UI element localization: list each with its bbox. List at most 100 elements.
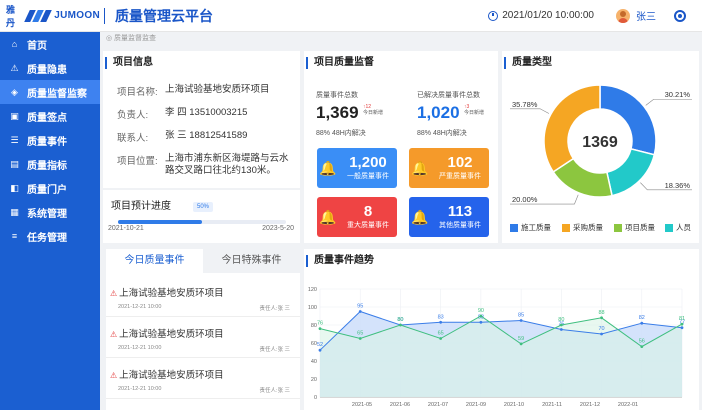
event-icon: ☰ (10, 134, 19, 145)
data-point[interactable] (559, 323, 563, 327)
data-point[interactable] (318, 327, 322, 330)
data-label: 90 (478, 308, 484, 314)
event-title-text: 上海试验基地安质环项目 (119, 288, 224, 299)
data-point[interactable] (600, 316, 603, 320)
total-events-delta: ↑12 今日新增 (363, 104, 383, 116)
resolved-events-sub: 88% 48H内解决 (417, 130, 467, 137)
progress-end-date: 2023-5-20 (262, 225, 294, 232)
donut-slice-label: 30.21% (665, 90, 691, 99)
bell-icon: 🔔 (411, 208, 429, 225)
general-events-label: 一般质量事件 (347, 173, 389, 181)
major-events-label: 重大质量事件 (347, 222, 389, 230)
list-item[interactable]: ⚠ 上海试验基地安质环项目 2021-12-21 10:00 责任人:张 三 (106, 318, 300, 358)
project-owner: 李 四 13510003215 (165, 107, 248, 118)
sidebar-item-hazards[interactable]: ⚠ 质量隐患 (0, 56, 100, 80)
data-point[interactable] (640, 345, 644, 348)
tab-today-special-events[interactable]: 今日特殊事件 (203, 249, 300, 273)
event-title: ⚠ 上海试验基地安质环项目 (110, 285, 224, 299)
data-label: 76 (317, 321, 323, 327)
warning-icon: ⚠ (110, 289, 118, 298)
general-events-card[interactable]: 🔔 1,200 一般质量事件 (317, 148, 397, 188)
sidebar-item-label: 质量指标 (27, 160, 67, 172)
event-date: 2021-12-21 10:00 (118, 304, 162, 310)
data-point[interactable] (358, 337, 362, 340)
serious-events-card[interactable]: 🔔 102 严重质量事件 (409, 148, 489, 188)
data-point[interactable] (399, 323, 402, 327)
logo-mark-icon (24, 9, 53, 22)
sidebar-item-supervision[interactable]: ◈ 质量监督监察 (0, 80, 100, 104)
project-contact-row: 联系人: 张 三 18812541589 (117, 130, 297, 144)
data-label: 88 (598, 310, 604, 316)
project-name: 上海试验基地安质环项目 (165, 84, 270, 95)
sidebar-item-label: 系统管理 (27, 208, 67, 220)
breadcrumb[interactable]: ◎ 质量监督监查 (106, 33, 156, 43)
data-point[interactable] (519, 342, 523, 346)
event-title-text: 上海试验基地安质环项目 (119, 329, 224, 340)
list-item[interactable]: ⚠ 上海试验基地安质环项目 2021-12-21 10:00 责任人:张 三 (106, 277, 300, 317)
project-contact-label: 联系人: (117, 133, 149, 144)
total-delta-label: 今日新增 (363, 110, 384, 116)
portal-icon: ◧ (10, 182, 19, 193)
user-name[interactable]: 张三 (636, 8, 656, 23)
data-point[interactable] (439, 337, 443, 340)
sidebar-item-metrics[interactable]: ▤ 质量指标 (0, 152, 100, 176)
project-progress-panel: 项目预计进度 2021-10-21 2023-5-20 (103, 190, 300, 243)
event-title: ⚠ 上海试验基地安质环项目 (110, 367, 224, 381)
donut-center-value: 1369 (582, 134, 618, 151)
serious-events-label: 严重质量事件 (439, 173, 481, 181)
data-label: 80 (397, 317, 403, 323)
x-tick-label: 2021-07 (428, 402, 448, 408)
sidebar-item-label: 质量隐患 (27, 64, 67, 76)
warning-icon: ⚠ (10, 62, 19, 73)
data-point[interactable] (559, 328, 563, 331)
data-point[interactable] (318, 348, 322, 352)
major-events-card[interactable]: 🔔 8 重大质量事件 (317, 197, 397, 237)
event-date: 2021-12-21 10:00 (118, 345, 162, 351)
home-icon: ⌂ (11, 39, 18, 49)
sidebar-item-events[interactable]: ☰ 质量事件 (0, 128, 100, 152)
event-owner: 责任人:张 三 (259, 347, 290, 353)
major-events-count: 8 (363, 202, 373, 220)
avatar[interactable] (616, 8, 630, 23)
total-events-label: 质量事件总数 (316, 92, 358, 99)
legend-label: 施工质量 (521, 223, 551, 232)
other-events-count: 113 (447, 202, 473, 220)
y-tick-label: 20 (311, 377, 317, 383)
y-tick-label: 100 (308, 305, 317, 311)
legend-swatch (562, 223, 570, 232)
project-info-title: 项目信息 (105, 57, 153, 69)
x-tick-label: 2021-10 (504, 402, 524, 408)
list-item[interactable]: ⚠ 上海试验基地安质环项目 2021-12-21 10:00 责任人:张 三 (106, 359, 300, 399)
data-point[interactable] (479, 314, 483, 318)
data-label: 65 (438, 331, 444, 337)
data-point[interactable] (640, 321, 644, 325)
sidebar-item-portal[interactable]: ◧ 质量门户 (0, 176, 100, 200)
project-owner-label: 负责人: (117, 110, 149, 121)
data-point[interactable] (600, 332, 603, 336)
x-tick-label: 2021-12 (580, 402, 600, 408)
other-events-card[interactable]: 🔔 113 其他质量事件 (409, 197, 489, 237)
sidebar-item-system[interactable]: ▦ 系统管理 (0, 200, 100, 224)
donut-slice-label: 18.36% (665, 181, 691, 190)
sidebar-item-tasks[interactable]: ≡ 任务管理 (0, 224, 100, 248)
header-divider (104, 7, 105, 24)
gear-icon[interactable] (674, 9, 686, 22)
sidebar-item-label: 首页 (27, 40, 47, 52)
data-point[interactable] (358, 310, 362, 313)
data-point[interactable] (439, 320, 443, 324)
tab-today-quality-events[interactable]: 今日质量事件 (106, 249, 203, 273)
sidebar-item-checkpoints[interactable]: ▣ 质量签点 (0, 104, 100, 128)
legend-label: 项目质量 (625, 223, 655, 232)
brand-logo[interactable]: 雅丹 JUMOON (0, 3, 100, 29)
total-events-sub: 88% 48H内解决 (316, 130, 366, 137)
data-point[interactable] (680, 322, 684, 326)
app-title: 质量管理云平台 (115, 7, 213, 24)
data-point[interactable] (479, 320, 483, 324)
sidebar-item-label: 质量签点 (27, 112, 67, 124)
sidebar-item-home[interactable]: ⌂ 首页 (0, 32, 100, 56)
event-tabs: 今日质量事件 今日特殊事件 (106, 249, 300, 273)
data-point[interactable] (680, 326, 684, 330)
resolved-events-label: 已解决质量事件总数 (417, 92, 480, 99)
data-point[interactable] (519, 319, 523, 322)
project-info-panel: 项目信息 项目名称: 上海试验基地安质环项目 负责人: 李 四 1351000321… (103, 51, 300, 188)
